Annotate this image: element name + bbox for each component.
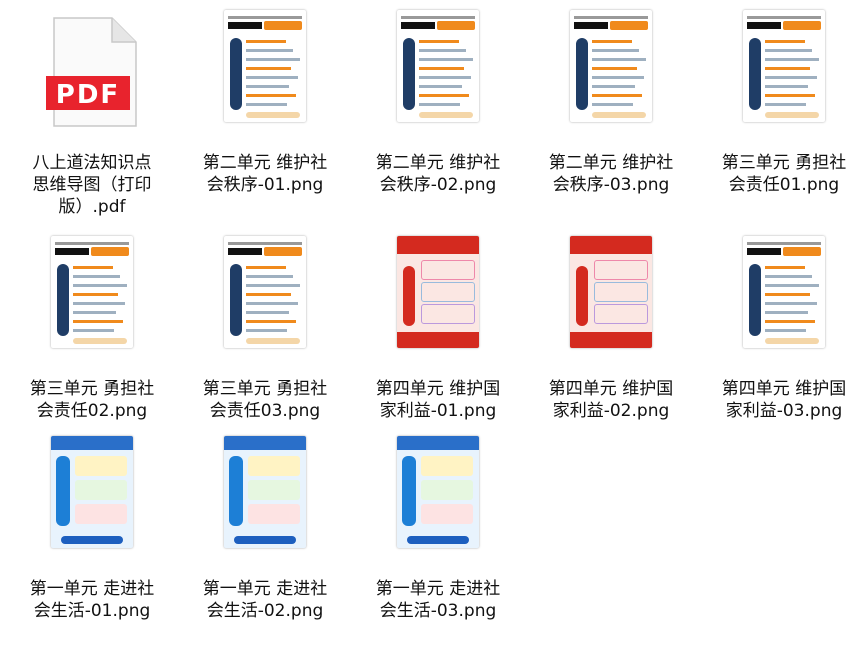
file-name-line: 家利益-02.png [552,401,670,421]
file-name-line: 会生活-02.png [206,601,324,621]
file-item-png[interactable]: 第四单元 维护国 家利益-02.png [529,0,693,648]
file-name-line: 第一单元 走进社 [375,579,501,599]
file-name-line: 会生活-03.png [379,601,497,621]
image-thumbnail [51,436,133,548]
file-name-line: 家利益-03.png [725,401,843,421]
image-thumbnail [743,236,825,348]
file-name-line: 第一单元 走进社 [202,579,328,599]
file-name-line: 第四单元 维护国 [548,379,674,399]
file-name-label: 第四单元 维护国 家利益-02.png [529,378,693,422]
file-name-line: 第一单元 走进社 [29,579,155,599]
file-name-label: 第四单元 维护国 家利益-03.png [702,378,864,422]
file-name-label: 第一单元 走进社 会生活-02.png [183,578,347,622]
file-item-png[interactable]: 第一单元 走进社 会生活-03.png [356,0,520,648]
file-item-png[interactable]: 第四单元 维护国 家利益-03.png [702,0,864,648]
file-item-png[interactable]: 第一单元 走进社 会生活-02.png [183,0,347,648]
image-thumbnail [397,436,479,548]
image-thumbnail [570,236,652,348]
file-item-png[interactable]: 第一单元 走进社 会生活-01.png [10,0,174,648]
image-thumbnail [224,436,306,548]
file-name-label: 第一单元 走进社 会生活-01.png [10,578,174,622]
file-name-line: 第四单元 维护国 [721,379,847,399]
file-name-label: 第一单元 走进社 会生活-03.png [356,578,520,622]
file-name-line: 会生活-01.png [33,601,151,621]
